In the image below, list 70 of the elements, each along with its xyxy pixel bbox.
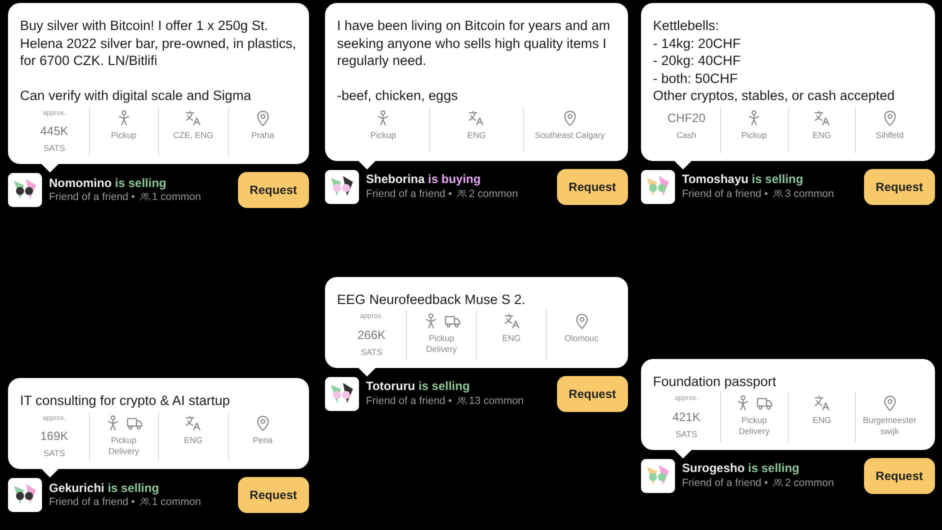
languages: ENG <box>467 130 486 141</box>
people-icon <box>456 396 467 405</box>
price-amount: 421K <box>672 408 700 426</box>
listing-description: EEG Neurofeedback Muse S 2. <box>337 290 526 308</box>
location: Olomouc <box>564 333 598 344</box>
delivery-methods: Pickup Delivery <box>738 415 770 438</box>
price-amount: CHF20 <box>667 110 706 127</box>
delivery-methods: Pickup <box>110 130 136 141</box>
connection-info: Friend of a friend • 13 common <box>366 394 525 408</box>
delivery-methods: Pickup <box>741 130 767 141</box>
price-amount: 266K <box>357 326 386 344</box>
avatar-icon <box>8 478 42 512</box>
translate-icon <box>812 108 831 127</box>
connection-info: Friend of a friend • 3 common <box>682 188 835 202</box>
translate-icon <box>812 394 831 412</box>
location: Praha <box>251 130 274 141</box>
location: Sihlfeld <box>876 130 904 141</box>
avatar-icon <box>8 173 42 208</box>
price-unit: SATS <box>43 448 66 460</box>
avatar-icon <box>641 458 675 493</box>
seller-line: Sheborina is buying <box>366 172 482 188</box>
translate-icon <box>184 108 202 127</box>
connection-info: Friend of a friend • 1 common <box>49 191 202 205</box>
price-amount: 169K <box>40 428 68 446</box>
listing-description: Foundation passport <box>653 372 778 390</box>
price-unit: Cash <box>676 130 696 141</box>
connection-info: Friend of a friend • 2 common <box>366 188 519 202</box>
listing-description: IT consulting for crypto & AI startup <box>20 392 231 410</box>
request-button[interactable]: Request <box>556 168 628 205</box>
translate-icon <box>502 312 520 330</box>
seller-line: Tomoshayu is selling <box>682 172 804 188</box>
translate-icon <box>184 414 202 432</box>
seller-line: Totoruru is selling <box>366 379 471 395</box>
location: Pena <box>252 434 273 446</box>
translate-icon <box>467 108 486 127</box>
seller-line: Nomomino is selling <box>49 176 168 192</box>
people-icon <box>772 478 783 487</box>
price-unit: SATS <box>43 143 66 154</box>
languages: ENG <box>812 130 832 141</box>
avatar-icon <box>325 376 359 411</box>
seller-line: Gekurichi is selling <box>49 480 160 496</box>
languages: ENG <box>812 415 832 426</box>
avatar-icon <box>641 170 675 204</box>
request-button[interactable]: Request <box>556 376 628 412</box>
listing-description: Buy silver with Bitcoin! I offer 1 x 250g St. Helena 2022 silver bar, pre-owned, in plastics, for 6700 CZK. LN/Bitlifi Can verify with digital scale and Sigma <box>20 17 297 105</box>
connection-info: Friend of a friend • 1 common <box>49 496 202 510</box>
people-icon <box>140 192 150 202</box>
delivery-methods: Pickup <box>370 130 396 141</box>
delivery-methods: Pickup Delivery <box>426 333 457 356</box>
request-button[interactable]: Request <box>238 172 309 208</box>
price-unit: SATS <box>676 428 698 440</box>
location: Burgemeester swijk <box>862 415 918 438</box>
people-icon <box>140 497 150 506</box>
languages: ENG <box>184 434 202 446</box>
people-icon <box>772 188 783 198</box>
location: Southeast Calgary <box>534 130 605 141</box>
listing-description: I have been living on Bitcoin for years and am seeking anyone who sells high quality items I regularly need. -beef, chicken, eggs <box>337 17 612 105</box>
avatar-icon <box>325 170 359 204</box>
connection-info: Friend of a friend • 2 common <box>682 476 835 490</box>
languages: CZE, ENG <box>173 130 214 141</box>
price-amount: 445K <box>40 123 68 140</box>
delivery-methods: Pickup Delivery <box>108 434 140 457</box>
request-button[interactable]: Request <box>238 477 309 514</box>
seller-line: Surogesho is selling <box>682 461 800 477</box>
request-button[interactable]: Request <box>864 458 935 494</box>
request-button[interactable]: Request <box>864 168 935 205</box>
price-unit: SATS <box>360 346 382 358</box>
people-icon <box>456 188 467 198</box>
listing-description: Kettlebells: - 14kg: 20CHF - 20kg: 40CHF - both: 50CHF Other cryptos, stables, or cash accepted <box>653 17 896 105</box>
languages: ENG <box>502 333 521 344</box>
